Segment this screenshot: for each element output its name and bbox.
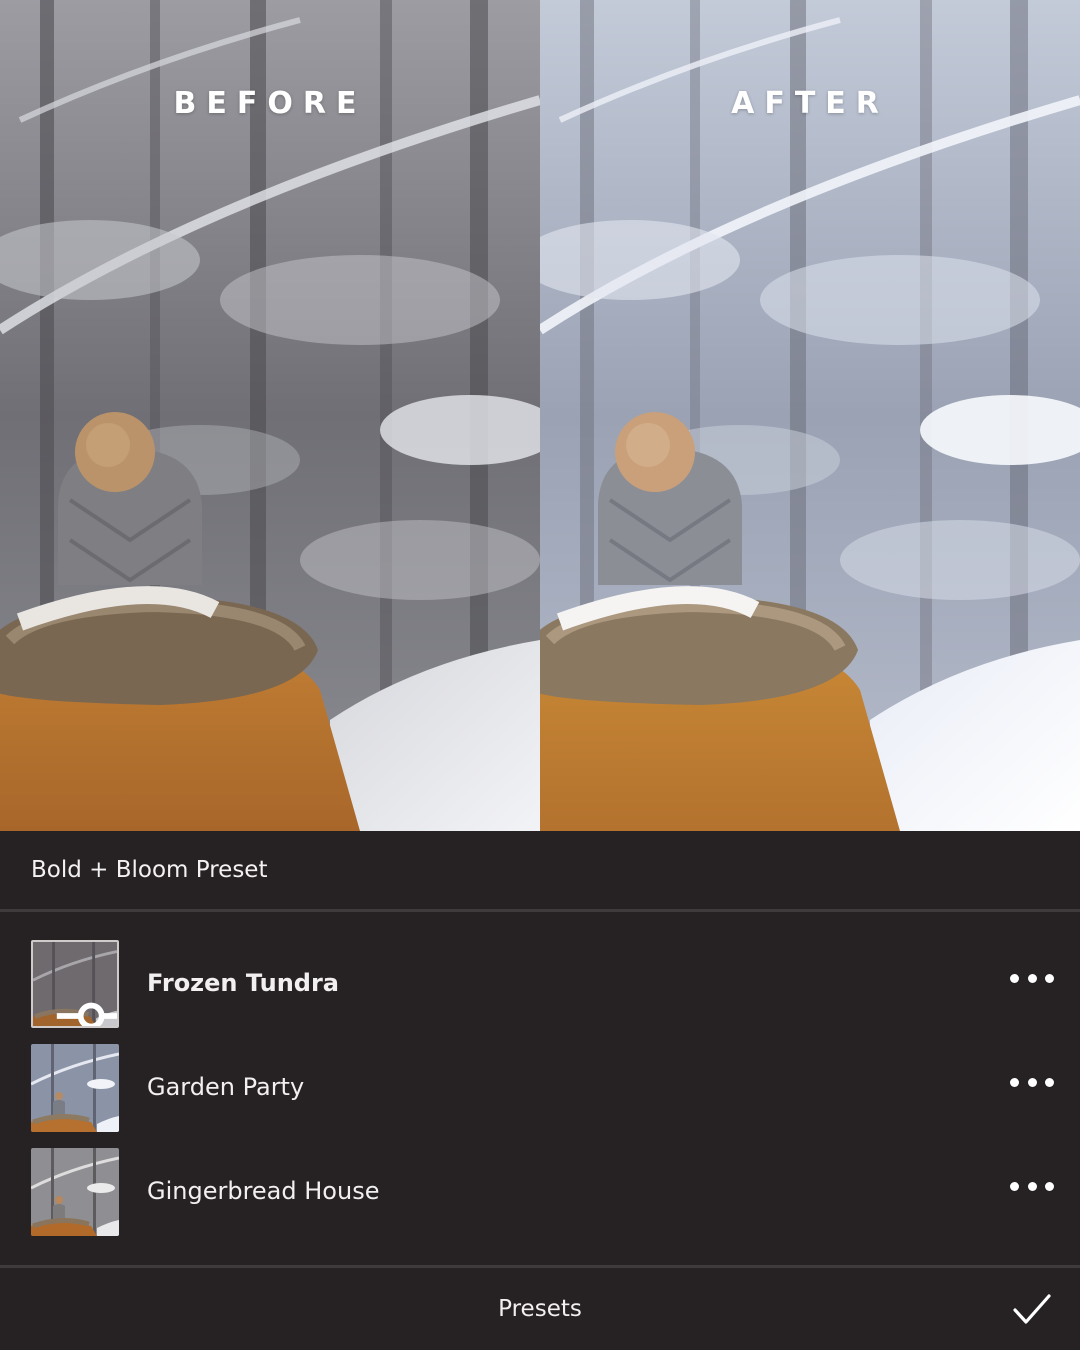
after-photo: AFTER: [540, 0, 1080, 831]
after-photo-illustration: [540, 0, 1080, 831]
preset-list: Frozen Tundra Garden Party Gingerbread H…: [0, 915, 1080, 1265]
preset-group-title: Bold + Bloom Preset: [31, 857, 268, 883]
before-photo-illustration: [0, 0, 540, 831]
bottom-bar: Presets: [0, 1265, 1080, 1350]
preset-group-header[interactable]: Bold + Bloom Preset: [0, 831, 1080, 912]
slider-adjust-icon: [56, 1002, 117, 1026]
preset-name: Frozen Tundra: [147, 969, 339, 997]
thumbnail-image: [31, 1148, 119, 1236]
before-after-comparison: BEFORE AFTER: [0, 0, 1080, 831]
more-options-icon[interactable]: [1010, 1072, 1054, 1092]
more-options-icon[interactable]: [1010, 968, 1054, 988]
preset-item-frozen-tundra[interactable]: Frozen Tundra: [0, 940, 1080, 1030]
after-label: AFTER: [731, 86, 889, 121]
preset-thumbnail[interactable]: [31, 1148, 119, 1236]
preset-thumbnail[interactable]: [31, 940, 119, 1028]
preset-thumbnail[interactable]: [31, 1044, 119, 1132]
thumbnail-image: [31, 1044, 119, 1132]
checkmark-icon[interactable]: [1012, 1292, 1052, 1326]
preset-item-garden-party[interactable]: Garden Party: [0, 1044, 1080, 1134]
more-options-icon[interactable]: [1010, 1176, 1054, 1196]
preset-name: Gingerbread House: [147, 1177, 380, 1205]
preset-name: Garden Party: [147, 1073, 305, 1101]
before-label: BEFORE: [173, 86, 367, 121]
before-photo: BEFORE: [0, 0, 540, 831]
presets-tab-title: Presets: [498, 1296, 582, 1322]
preset-item-gingerbread-house[interactable]: Gingerbread House: [0, 1148, 1080, 1238]
